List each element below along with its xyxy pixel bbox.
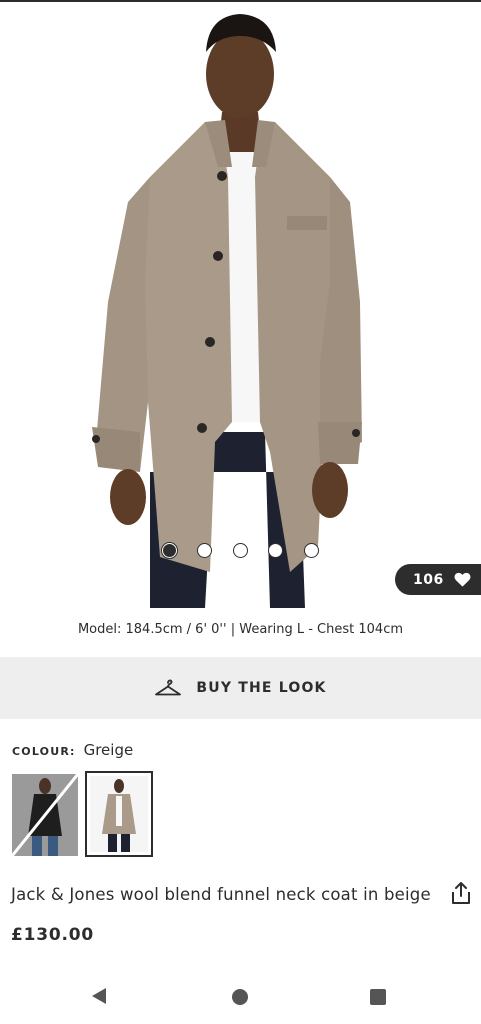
- product-title: Jack & Jones wool blend funnel neck coat…: [11, 885, 431, 904]
- colour-value: Greige: [83, 741, 134, 759]
- hanger-icon: [155, 679, 182, 696]
- product-image: [92, 14, 362, 608]
- gallery-dot-4[interactable]: [268, 543, 283, 558]
- heart-icon: [454, 572, 471, 587]
- gallery-dot-5[interactable]: [304, 543, 319, 558]
- gallery-dot-1[interactable]: [162, 543, 177, 558]
- colour-selector-header: COLOUR: Greige: [12, 741, 133, 759]
- model-size-info: Model: 184.5cm / 6' 0'' | Wearing L - Ch…: [77, 622, 404, 637]
- save-count-button[interactable]: 106: [395, 564, 481, 595]
- system-navigation-bar: [0, 970, 481, 1024]
- product-image-gallery[interactable]: 106: [0, 2, 481, 608]
- gallery-dot-2[interactable]: [197, 543, 212, 558]
- recents-square-icon[interactable]: [370, 989, 386, 1005]
- colour-swatch-greige-selected[interactable]: [85, 771, 153, 857]
- buy-the-look-label: BUY THE LOOK: [196, 680, 327, 696]
- save-count: 106: [413, 571, 444, 588]
- gallery-dot-3[interactable]: [233, 543, 248, 558]
- buy-the-look-button[interactable]: BUY THE LOOK: [0, 657, 481, 719]
- swatch-image-greige: [90, 776, 148, 852]
- swatch-image-black: [12, 774, 78, 856]
- gallery-pagination: [0, 543, 481, 561]
- product-price: £130.00: [11, 925, 95, 945]
- home-circle-icon[interactable]: [232, 989, 248, 1005]
- colour-swatch-black-unavailable[interactable]: [12, 774, 78, 856]
- share-icon[interactable]: [450, 881, 472, 905]
- back-triangle-icon[interactable]: [92, 988, 106, 1004]
- colour-key: COLOUR:: [12, 745, 76, 758]
